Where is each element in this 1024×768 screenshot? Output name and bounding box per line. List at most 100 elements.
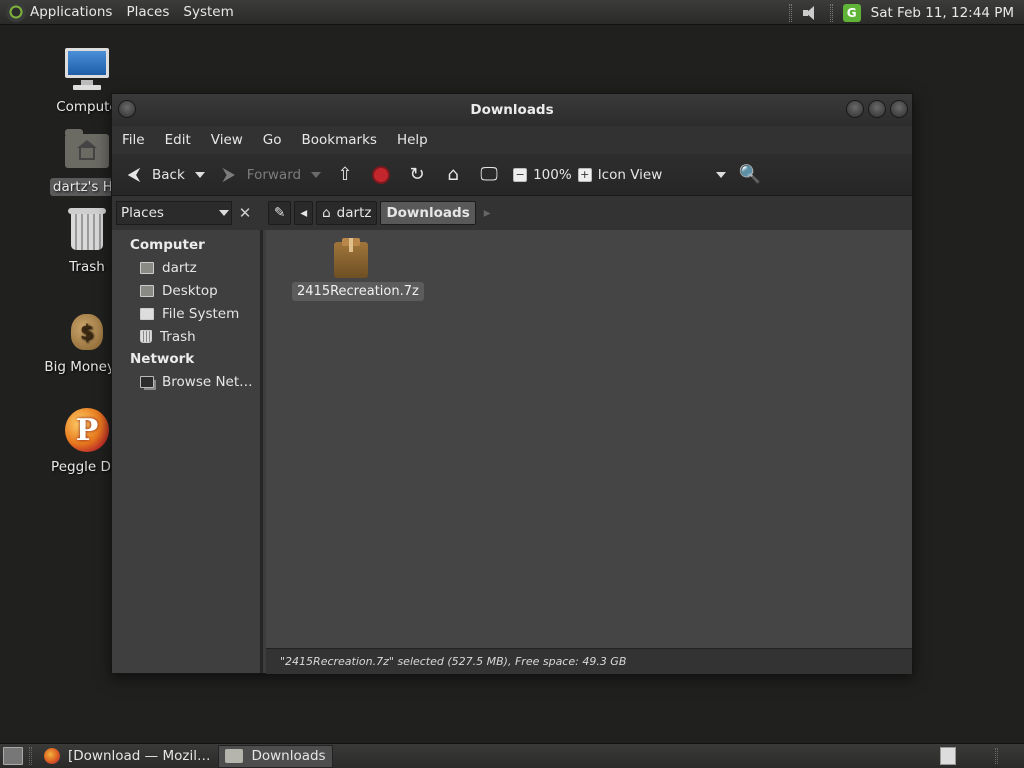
sidebar-heading-computer: Computer bbox=[130, 237, 205, 253]
sidebar-heading-network: Network bbox=[130, 351, 195, 367]
workspace-switcher[interactable] bbox=[940, 747, 956, 765]
close-icon: ✕ bbox=[238, 204, 252, 222]
forward-arrow-icon: ⮞ bbox=[222, 164, 236, 185]
computer-button[interactable]: 🖵 bbox=[477, 163, 507, 187]
computer-icon: 🖵 bbox=[480, 164, 498, 185]
sidebar-item-label: File System bbox=[162, 305, 240, 322]
maximize-button[interactable] bbox=[868, 100, 886, 118]
menu-bookmarks[interactable]: Bookmarks bbox=[302, 132, 377, 148]
forward-history-dropdown[interactable] bbox=[311, 171, 322, 178]
tray: G Sat Feb 11, 12:44 PM bbox=[788, 0, 1014, 25]
home-icon bbox=[140, 261, 154, 274]
update-manager-icon[interactable]: G bbox=[842, 3, 861, 22]
back-history-dropdown[interactable] bbox=[194, 171, 205, 178]
taskbar-item-firefox[interactable]: [Download — Mozil… bbox=[38, 745, 216, 768]
sidebar-item-browse-network[interactable]: Browse Net… bbox=[112, 370, 260, 393]
stop-button[interactable] bbox=[369, 163, 399, 187]
taskbar-item-downloads[interactable]: Downloads bbox=[218, 744, 333, 768]
toolbar: ⮜ Back ⮞ Forward ⇧ ↻ ⌂ 🖵 − 100% + Icon V… bbox=[112, 154, 912, 196]
path-label: dartz bbox=[336, 205, 372, 221]
location-bar: Places ✕ ✎ ◂ ⌂ dartz Downloads ▸ bbox=[112, 196, 912, 230]
chevron-left-icon: ◂ bbox=[300, 205, 308, 221]
status-text: "2415Recreation.7z" selected (527.5 MB),… bbox=[280, 655, 627, 668]
up-arrow-icon: ⇧ bbox=[337, 164, 353, 185]
search-icon: 🔍 bbox=[738, 164, 761, 185]
taskbar-item-label: [Download — Mozil… bbox=[68, 748, 211, 764]
back-arrow-icon: ⮜ bbox=[127, 164, 141, 185]
path-button-downloads[interactable]: Downloads bbox=[380, 201, 476, 225]
home-icon: ⌂ bbox=[322, 205, 331, 221]
panel-separator bbox=[29, 747, 32, 765]
mint-logo-icon[interactable] bbox=[6, 2, 26, 22]
money-bag-icon: $ bbox=[63, 306, 111, 354]
sidebar-type-label: Places bbox=[121, 205, 164, 221]
minimize-button[interactable] bbox=[846, 100, 864, 118]
folder-icon bbox=[225, 749, 244, 763]
sidebar-item-label: dartz bbox=[162, 259, 197, 276]
menu-edit[interactable]: Edit bbox=[165, 132, 191, 148]
search-button[interactable]: 🔍 bbox=[738, 163, 768, 187]
view-mode-dropdown[interactable] bbox=[715, 171, 726, 178]
home-folder-icon bbox=[63, 126, 111, 174]
network-icon bbox=[140, 375, 154, 388]
clock[interactable]: Sat Feb 11, 12:44 PM bbox=[871, 5, 1014, 21]
menu-system[interactable]: System bbox=[183, 4, 233, 20]
stop-icon bbox=[372, 165, 391, 184]
zoom-level[interactable]: 100% bbox=[533, 167, 572, 183]
back-label: Back bbox=[152, 166, 185, 183]
close-sidebar-button[interactable]: ✕ bbox=[234, 201, 256, 225]
view-mode-select[interactable]: Icon View bbox=[598, 167, 706, 183]
sidebar-item-file-system[interactable]: File System bbox=[112, 302, 260, 325]
filesystem-icon bbox=[140, 307, 154, 320]
places-sidebar: Computer dartz Desktop File System Trash… bbox=[112, 230, 263, 673]
bottom-panel: [Download — Mozil… Downloads bbox=[0, 743, 1024, 768]
window-title: Downloads bbox=[470, 102, 554, 118]
sidebar-item-desktop[interactable]: Desktop bbox=[112, 279, 260, 302]
menu-go[interactable]: Go bbox=[263, 132, 282, 148]
toggle-location-entry-button[interactable]: ✎ bbox=[268, 201, 292, 225]
zoom-out-button[interactable]: − bbox=[513, 167, 528, 182]
path-button-dartz[interactable]: ⌂ dartz bbox=[316, 201, 378, 225]
menu-applications[interactable]: Applications bbox=[30, 4, 112, 20]
back-button[interactable]: ⮜ Back bbox=[122, 163, 185, 187]
desktop: Applications Places System G Sat Feb 11,… bbox=[0, 0, 1024, 768]
top-panel: Applications Places System G Sat Feb 11,… bbox=[0, 0, 1024, 25]
menu-bar: File Edit View Go Bookmarks Help bbox=[112, 126, 912, 154]
path-right-button[interactable]: ▸ bbox=[479, 201, 496, 225]
window-menu-button[interactable] bbox=[118, 100, 136, 118]
computer-icon bbox=[63, 46, 111, 94]
file-manager-window: Downloads File Edit View Go Bookmarks He… bbox=[111, 93, 913, 674]
up-button[interactable]: ⇧ bbox=[333, 163, 363, 187]
close-button[interactable] bbox=[890, 100, 908, 118]
breadcrumb: ✎ ◂ ⌂ dartz Downloads ▸ bbox=[268, 200, 499, 226]
reload-button[interactable]: ↻ bbox=[405, 163, 435, 187]
taskbar-item-label: Downloads bbox=[251, 748, 326, 764]
path-left-button[interactable]: ◂ bbox=[294, 201, 314, 225]
menu-help[interactable]: Help bbox=[397, 132, 428, 148]
file-name: 2415Recreation.7z bbox=[292, 282, 424, 301]
edit-icon: ✎ bbox=[274, 205, 286, 221]
panel-separator bbox=[829, 3, 833, 22]
home-button[interactable]: ⌂ bbox=[441, 163, 471, 187]
forward-button[interactable]: ⮞ Forward bbox=[217, 163, 301, 187]
window-titlebar[interactable]: Downloads bbox=[112, 94, 912, 126]
sidebar-item-label: Trash bbox=[160, 328, 196, 345]
sidebar-item-trash[interactable]: Trash bbox=[112, 325, 260, 348]
menu-file[interactable]: File bbox=[122, 132, 145, 148]
path-label: Downloads bbox=[386, 205, 470, 221]
file-view[interactable]: 2415Recreation.7z bbox=[266, 230, 912, 648]
sidebar-item-dartz[interactable]: dartz bbox=[112, 256, 260, 279]
view-mode-label: Icon View bbox=[597, 166, 663, 183]
sidebar-type-select[interactable]: Places bbox=[116, 201, 232, 225]
panel-separator bbox=[788, 3, 792, 22]
chevron-right-icon: ▸ bbox=[483, 205, 491, 221]
zoom-in-button[interactable]: + bbox=[577, 167, 592, 182]
peggle-icon: P bbox=[63, 406, 111, 454]
trash-icon bbox=[63, 206, 111, 254]
volume-icon[interactable] bbox=[802, 5, 820, 21]
show-desktop-button[interactable] bbox=[3, 747, 23, 765]
file-item[interactable]: 2415Recreation.7z bbox=[292, 238, 424, 301]
menu-view[interactable]: View bbox=[211, 132, 243, 148]
menu-places[interactable]: Places bbox=[126, 4, 169, 20]
panel-separator bbox=[995, 748, 998, 764]
